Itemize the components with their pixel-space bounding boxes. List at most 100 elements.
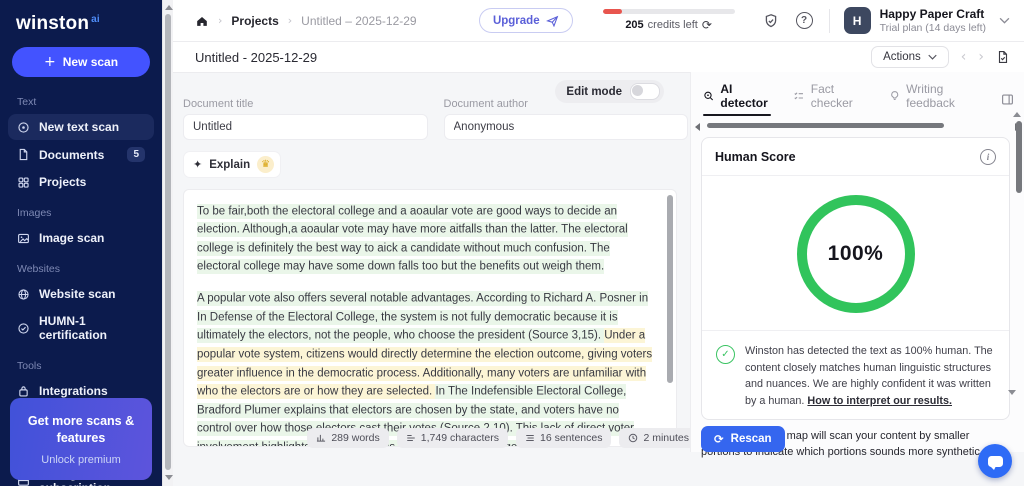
winston-app: winston ai + New scan Text New text scan … — [0, 0, 1024, 486]
actions-button[interactable]: Actions — [871, 46, 949, 68]
characters-icon — [407, 435, 415, 441]
sidebar: winston ai + New scan Text New text scan … — [0, 0, 162, 486]
user-name: Happy Paper Craft — [879, 7, 985, 21]
interpret-results-link[interactable]: How to interpret our results. — [807, 395, 952, 407]
section-label-images: Images — [17, 207, 52, 219]
document-stats: 289 words 1,749 characters 16 sentences … — [193, 428, 698, 448]
credits-used-segment — [602, 9, 623, 14]
home-icon[interactable] — [195, 14, 209, 28]
upgrade-button[interactable]: Upgrade — [478, 8, 573, 33]
fact-checker-icon — [794, 92, 804, 100]
tab-fact-checker[interactable]: Fact checker — [793, 82, 866, 116]
paragraph: To be fair,both the electoral college an… — [197, 202, 656, 277]
word-count-badge: 289 words — [307, 428, 389, 448]
document-icon — [19, 148, 28, 161]
ai-results-panel: AI detector Fact checker Writing feedbac… — [690, 72, 1024, 458]
breadcrumb-projects[interactable]: Projects — [231, 14, 278, 28]
horizontal-scrollbar-thumb[interactable] — [707, 123, 944, 128]
stat-text: 1,749 characters — [420, 432, 499, 444]
panel-tabs: AI detector Fact checker Writing feedbac… — [691, 72, 1024, 122]
sidebar-item-humn1-certification[interactable]: HUMN-1 certification — [8, 308, 154, 348]
chat-bubble-icon — [987, 455, 1003, 470]
highlighted-sentence-human: A popular vote also offers several notab… — [197, 291, 649, 344]
words-icon — [317, 434, 326, 442]
avatar: H — [843, 7, 871, 34]
new-scan-button[interactable]: + New scan — [12, 47, 150, 77]
reading-time-badge: 2 minutes — [619, 428, 698, 448]
user-menu[interactable]: H Happy Paper Craft Trial plan (14 days … — [843, 7, 1010, 34]
main-area: › Projects › Untitled – 2025-12-29 Upgra… — [173, 0, 1024, 486]
scroll-up-arrow[interactable] — [165, 5, 173, 10]
integrations-icon — [19, 385, 28, 397]
clock-icon — [629, 433, 638, 443]
explain-button[interactable]: ✦ Explain ♛ — [183, 151, 282, 178]
rescan-label: Rescan — [730, 433, 772, 445]
sentence-count-badge: 16 sentences — [516, 428, 612, 448]
winston-logo[interactable]: winston ai — [0, 0, 162, 43]
scroll-left-arrow[interactable] — [695, 123, 700, 131]
sidebar-item-image-scan[interactable]: Image scan — [8, 225, 154, 251]
sidebar-item-new-text-scan[interactable]: New text scan — [8, 114, 154, 140]
edit-mode-label: Edit mode — [566, 85, 622, 98]
credits-progress-bar — [602, 9, 735, 14]
promo-title: Get more scans & features — [27, 414, 135, 446]
chevron-down-icon — [999, 17, 1010, 24]
edit-mode-toggle[interactable]: Edit mode — [555, 80, 664, 103]
panel-vertical-scrollbar-thumb[interactable] — [1016, 121, 1022, 193]
info-icon[interactable]: i — [980, 149, 996, 165]
sidebar-item-projects[interactable]: Projects — [8, 169, 154, 195]
sidebar-item-label: Website scan — [39, 287, 116, 301]
refresh-credits-icon[interactable]: ⟳ — [702, 18, 712, 32]
shield-check-icon[interactable] — [763, 12, 780, 29]
stat-text: 2 minutes — [643, 432, 689, 444]
new-scan-label: New scan — [62, 55, 119, 69]
document-author-input[interactable] — [443, 114, 688, 140]
header-right-cluster: Upgrade 205 credits left ⟳ ? H Happy Pap… — [478, 7, 1010, 34]
tab-ai-detector[interactable]: AI detector — [703, 82, 772, 116]
export-document-icon[interactable] — [996, 50, 1010, 64]
help-icon[interactable]: ? — [795, 12, 813, 29]
actions-label: Actions — [883, 51, 921, 63]
sparkle-icon: ✦ — [193, 158, 203, 171]
next-document-button[interactable]: › — [978, 50, 984, 64]
human-score-title: Human Score — [715, 150, 796, 164]
sidebar-item-documents[interactable]: Documents 5 — [8, 141, 154, 168]
breadcrumb-separator: › — [218, 14, 223, 27]
panel-horizontal-scrollbar[interactable] — [695, 122, 1020, 131]
document-toolbar: Untitled - 2025-12-29 Actions ‹ › — [173, 42, 1024, 73]
target-icon — [18, 121, 29, 133]
page-scrollbar-thumb[interactable] — [165, 14, 171, 470]
scroll-down-arrow[interactable] — [165, 475, 173, 480]
panel-scroll-down-arrow[interactable] — [1008, 390, 1016, 395]
scanned-text: To be fair,both the electoral college an… — [197, 202, 656, 446]
content-area: Edit mode Document title Document author — [173, 72, 1024, 486]
rescan-button[interactable]: ⟳ Rescan — [701, 426, 785, 452]
promo-subtitle: Unlock premium — [41, 454, 121, 466]
panel-scroll-up-arrow[interactable] — [1013, 112, 1021, 117]
toggle-switch[interactable] — [630, 83, 660, 100]
human-score-card: Human Score i 100% ✓ Winston has detecte… — [701, 137, 1010, 420]
sidebar-item-label: Documents — [39, 147, 105, 162]
human-score-gauge: 100% — [796, 195, 915, 313]
globe-icon — [18, 288, 29, 300]
scanned-text-panel[interactable]: To be fair,both the electoral college an… — [183, 189, 677, 447]
tab-label: Fact checker — [810, 82, 853, 110]
sidebar-item-website-scan[interactable]: Website scan — [8, 281, 154, 307]
sidebar-item-label: HUMN-1 certification — [39, 314, 108, 342]
collapse-panel-icon[interactable] — [1001, 93, 1014, 106]
prev-document-button[interactable]: ‹ — [961, 50, 967, 64]
document-title-label: Document title — [183, 98, 254, 110]
logo-text: winston — [16, 13, 90, 34]
human-score-value: 100% — [827, 242, 884, 265]
tab-label: AI detector — [720, 82, 768, 110]
text-scrollbar-thumb[interactable] — [667, 195, 673, 383]
chat-launcher[interactable] — [978, 444, 1012, 478]
panel-icon-glyph — [1002, 93, 1013, 105]
sidebar-item-label: Integrations — [39, 384, 108, 398]
rocket-icon — [545, 15, 558, 27]
ai-detector-icon — [704, 91, 714, 101]
document-title-input[interactable] — [183, 114, 428, 140]
tab-writing-feedback[interactable]: Writing feedback — [889, 82, 979, 116]
logo-ai-text: ai — [91, 13, 100, 25]
upgrade-promo-card[interactable]: Get more scans & features Unlock premium — [10, 398, 152, 480]
